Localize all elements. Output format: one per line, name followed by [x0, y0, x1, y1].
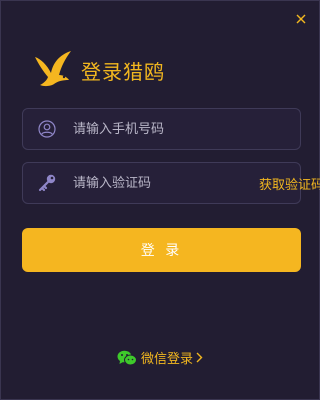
- wechat-login-link[interactable]: 微信登录: [1, 348, 319, 367]
- wechat-icon: [117, 350, 137, 365]
- dialog-header: 登录猎鸥: [31, 49, 165, 91]
- wechat-login-label: 微信登录: [140, 352, 193, 367]
- chevron-right-icon: [196, 352, 203, 363]
- close-button[interactable]: [293, 11, 309, 27]
- phone-field[interactable]: [22, 108, 301, 150]
- code-field[interactable]: 获取验证码: [22, 162, 320, 204]
- phone-input[interactable]: [71, 109, 300, 149]
- seagull-logo-icon: [35, 51, 71, 87]
- close-icon: [296, 14, 306, 24]
- user-circle-icon: [23, 108, 71, 150]
- login-button[interactable]: 登 录: [22, 228, 301, 272]
- dialog-title: 登录猎鸥: [81, 59, 165, 84]
- key-icon: [23, 162, 71, 204]
- get-code-button[interactable]: 获取验证码: [243, 174, 320, 193]
- login-dialog: 登录猎鸥 获取验证码 登 录: [0, 0, 320, 400]
- code-input[interactable]: [71, 163, 243, 203]
